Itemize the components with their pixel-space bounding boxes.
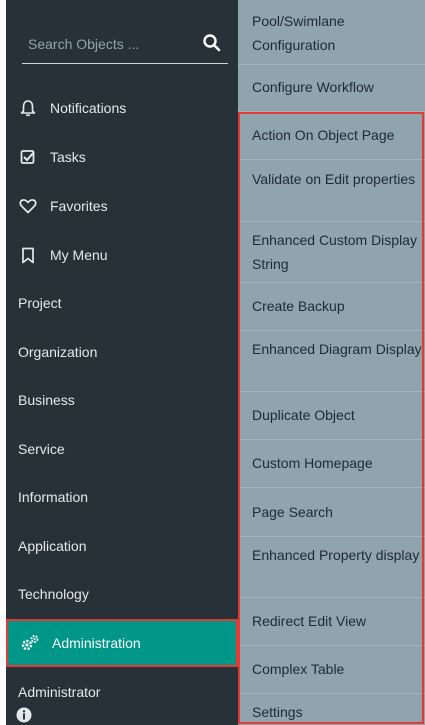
- nav-my-menu-label: My Menu: [50, 247, 108, 263]
- bookmark-icon: [18, 245, 38, 265]
- submenu-item-enhanced-property-display[interactable]: Enhanced Property display: [238, 543, 425, 598]
- submenu-item-enhanced-diagram-display[interactable]: Enhanced Diagram Display: [238, 337, 425, 392]
- submenu-item-create-backup[interactable]: Create Backup: [238, 283, 425, 331]
- nav-application-label: Application: [18, 538, 87, 554]
- bell-icon: [18, 98, 38, 118]
- submenu-item-custom-homepage[interactable]: Custom Homepage: [238, 440, 425, 488]
- nav-information[interactable]: Information: [6, 473, 238, 521]
- nav-administration[interactable]: Administration: [6, 619, 238, 667]
- submenu-item-redirect-edit-view[interactable]: Redirect Edit View: [238, 598, 425, 646]
- submenu-item-pool-swimlane-configuration[interactable]: Pool/Swimlane Configuration: [238, 9, 425, 65]
- submenu-item-validate-on-edit-properties[interactable]: Validate on Edit properties: [238, 167, 425, 222]
- search-placeholder: Search Objects ...: [28, 36, 140, 52]
- submenu-item-duplicate-object[interactable]: Duplicate Object: [238, 392, 425, 440]
- gears-icon: [20, 633, 40, 653]
- nav-notifications[interactable]: Notifications: [6, 84, 238, 132]
- nav-tasks[interactable]: Tasks: [6, 133, 238, 181]
- checkbox-icon: [18, 147, 38, 167]
- sidebar: Search Objects ... Notifications Tasks F…: [6, 0, 238, 725]
- nav-project-label: Project: [18, 295, 62, 311]
- search-input[interactable]: Search Objects ...: [22, 30, 228, 64]
- nav-information-label: Information: [18, 489, 89, 505]
- heart-icon: [18, 196, 38, 216]
- nav-technology-label: Technology: [18, 586, 89, 602]
- nav-administration-label: Administration: [52, 635, 141, 651]
- nav-notifications-label: Notifications: [50, 100, 127, 116]
- submenu-item-complex-table[interactable]: Complex Table: [238, 646, 425, 694]
- submenu-item-settings[interactable]: Settings: [238, 700, 425, 725]
- nav-favorites-label: Favorites: [50, 198, 108, 214]
- nav-organization[interactable]: Organization: [6, 328, 238, 376]
- nav-technology[interactable]: Technology: [6, 570, 238, 618]
- submenu-item-action-on-object-page[interactable]: Action On Object Page: [238, 112, 425, 160]
- nav-business[interactable]: Business: [6, 376, 238, 424]
- nav-favorites[interactable]: Favorites: [6, 182, 238, 230]
- search-icon[interactable]: [202, 33, 222, 53]
- submenu-item-enhanced-custom-display-string[interactable]: Enhanced Custom Display String: [238, 228, 425, 283]
- nav-application[interactable]: Application: [6, 522, 238, 570]
- nav-service[interactable]: Service: [6, 425, 238, 473]
- info-icon[interactable]: [16, 707, 32, 723]
- submenu-item-configure-workflow[interactable]: Configure Workflow: [238, 66, 425, 112]
- nav-administrator-label: Administrator: [18, 684, 101, 700]
- nav-tasks-label: Tasks: [50, 149, 86, 165]
- submenu-item-page-search[interactable]: Page Search: [238, 489, 425, 537]
- nav-organization-label: Organization: [18, 344, 98, 360]
- nav-project[interactable]: Project: [6, 279, 238, 327]
- nav-administrator[interactable]: Administrator: [6, 668, 238, 716]
- nav-my-menu[interactable]: My Menu: [6, 231, 238, 279]
- nav-business-label: Business: [18, 392, 75, 408]
- nav-service-label: Service: [18, 441, 65, 457]
- administration-submenu: Pool/Swimlane Configuration Configure Wo…: [238, 0, 425, 725]
